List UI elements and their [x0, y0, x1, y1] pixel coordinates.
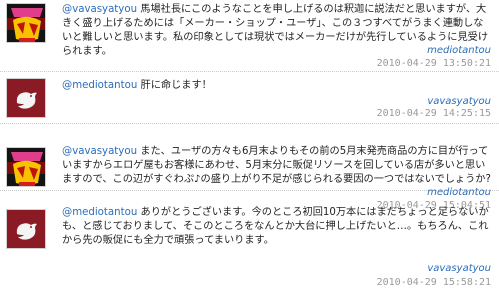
tweet-text: @mediotantou ありがとうございます。今のところ初回10万本にはまだち… — [62, 206, 493, 248]
tweet-item: @vavasyatyou また、ユーザの方々も6月末よりもその前の5月末発売商品… — [0, 125, 499, 211]
tweet-timestamp[interactable]: 2010-04-29 15:58:21 — [377, 277, 491, 288]
tweet-source-link[interactable]: vavasyatyou — [427, 263, 491, 274]
tweet-body: 肝に命じます！ — [140, 80, 212, 91]
mediotan-logo-icon[interactable] — [6, 147, 46, 187]
tweet-timestamp[interactable]: 2010-04-29 13:50:21 — [377, 58, 491, 69]
tweet-timeline: @vavasyatyou 馬場社長にこのようなことを申し上げるのは釈迦に説法だと… — [0, 0, 499, 295]
tweet-timestamp[interactable]: 2010-04-29 14:25:15 — [377, 108, 491, 119]
tweet-user-link[interactable]: @vavasyatyou — [62, 4, 137, 15]
tweet-source-link[interactable]: vavasyatyou — [427, 96, 491, 107]
tweet-item: @vavasyatyou 馬場社長にこのようなことを申し上げるのは釈迦に説法だと… — [0, 0, 499, 72]
tweet-user-link[interactable]: @mediotantou — [62, 207, 137, 218]
tweet-source-link[interactable]: mediotantou — [427, 45, 491, 56]
tweet-user-link[interactable]: @mediotantou — [62, 80, 137, 91]
twitter-bird-icon[interactable] — [6, 78, 46, 118]
tweet-user-link[interactable]: @vavasyatyou — [62, 146, 137, 157]
tweet-text: @vavasyatyou また、ユーザの方々も6月末よりもその前の5月末発売商品… — [62, 145, 493, 187]
tweet-item: @mediotantou ありがとうございます。今のところ初回10万本にはまだち… — [0, 207, 499, 294]
tweet-source-link[interactable]: mediotantou — [427, 187, 491, 198]
tweet-text: @mediotantou 肝に命じます！ — [62, 79, 493, 93]
tweet-item: @mediotantou 肝に命じます！ vavasyatyou 2010-04… — [0, 73, 499, 124]
twitter-bird-icon[interactable] — [6, 209, 46, 249]
mediotan-logo-icon[interactable] — [6, 3, 46, 43]
